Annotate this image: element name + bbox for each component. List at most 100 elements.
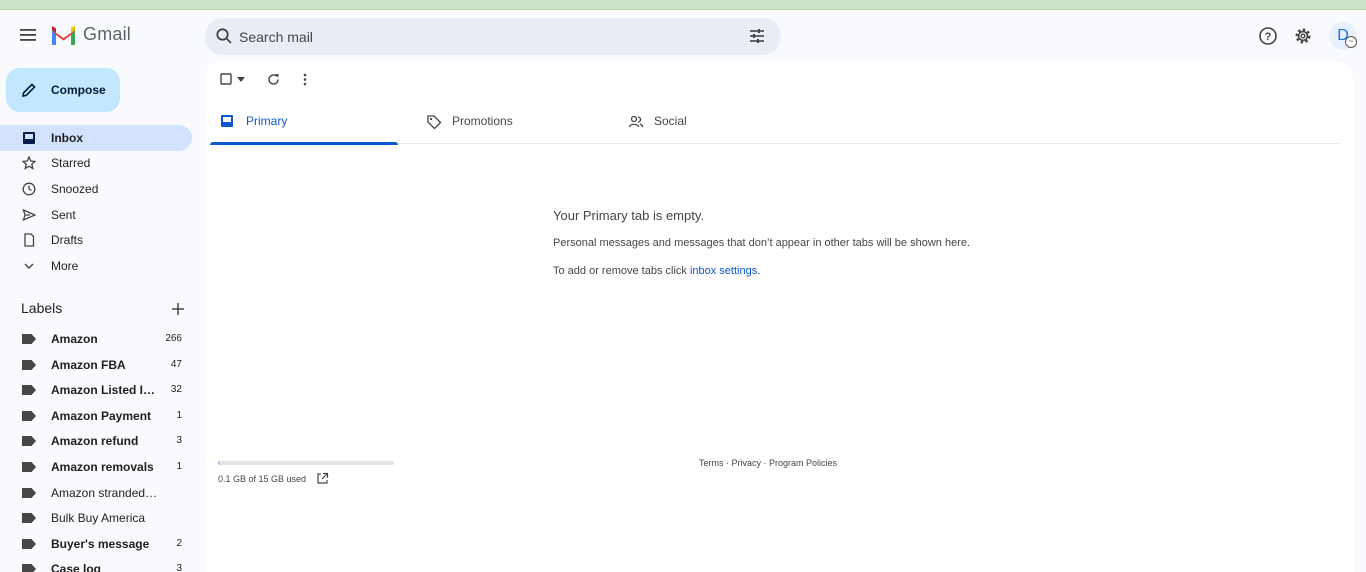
gmail-m-icon [52,25,75,45]
nav-item-drafts[interactable]: Drafts [0,227,192,253]
label-count: 47 [170,359,182,370]
label-name: Amazon removals [51,460,154,474]
main-panel: Primary Promotions Social Your Primary t… [205,61,1353,572]
support-button[interactable]: ? [1257,25,1279,47]
footer-separator: · [761,458,770,468]
nav-label: Inbox [51,131,83,145]
main-menu-button[interactable] [14,21,42,49]
label-item[interactable]: Buyer's message 2 [0,532,192,556]
nav-item-snoozed[interactable]: Snoozed [0,176,192,202]
nav-label: Drafts [51,233,84,247]
header: Gmail ? D ~ [0,10,1366,62]
label-name: Amazon Listed Items [51,383,159,397]
people-icon [628,115,644,128]
hint-period: . [757,265,761,277]
label-item[interactable]: Amazon removals 1 [0,455,192,479]
label-name: Amazon stranded inventory [51,486,159,500]
label-count: 3 [176,435,182,446]
tag-icon [427,115,442,130]
gear-icon [1295,28,1311,44]
hamburger-icon [20,29,36,41]
label-icon [22,564,36,572]
label-icon [22,436,36,446]
pencil-icon [21,83,36,98]
inbox-settings-link[interactable]: inbox settings [690,265,757,277]
more-vert-icon[interactable] [303,73,307,86]
label-count: 3 [176,563,182,572]
label-icon [22,513,36,523]
draft-icon [24,233,35,247]
label-icon [22,539,36,549]
hint-text: To add or remove tabs click [553,265,690,277]
label-item[interactable]: Case log 3 [0,557,192,572]
tab-social[interactable]: Social [618,101,806,144]
label-name: Amazon Payment [51,409,152,423]
label-item[interactable]: Amazon stranded inventory [0,481,192,505]
tab-primary[interactable]: Primary [210,101,398,145]
nav-item-sent[interactable]: Sent [0,202,192,228]
external-link-icon[interactable] [316,472,329,485]
label-name: Bulk Buy America [51,511,146,525]
privacy-link[interactable]: Privacy [732,458,762,468]
label-item[interactable]: Amazon refund 3 [0,429,192,453]
label-count: 1 [176,410,182,421]
star-icon [22,156,36,170]
svg-text:?: ? [1265,31,1272,43]
select-checkbox-icon[interactable] [220,73,232,85]
label-count: 266 [165,333,182,344]
label-item[interactable]: Bulk Buy America [0,506,192,530]
storage-meter [218,461,394,465]
label-icon [22,488,36,498]
label-icon [22,462,36,472]
nav-item-inbox[interactable]: Inbox [0,125,192,151]
plus-icon[interactable] [171,302,185,316]
tab-label: Social [654,114,687,128]
inbox-tab-icon [221,115,233,127]
label-name: Buyer's message [51,537,150,551]
compose-button[interactable]: Compose [6,68,120,112]
empty-state-hint: To add or remove tabs click inbox settin… [553,265,760,277]
label-icon [22,411,36,421]
help-icon: ? [1259,27,1277,45]
labels-heading: Labels [21,300,63,316]
search-input[interactable] [239,18,739,55]
program-policies-link[interactable]: Program Policies [769,458,837,468]
terms-link[interactable]: Terms [699,458,724,468]
tab-label: Primary [246,114,288,128]
nav-item-more[interactable]: More [0,253,192,279]
tab-promotions[interactable]: Promotions [416,101,604,144]
inbox-icon [23,132,35,144]
label-count: 32 [170,384,182,395]
browser-top-strip [0,0,1366,10]
footer-links: Terms · Privacy · Program Policies [699,458,837,468]
caret-down-icon[interactable] [237,77,245,82]
empty-state-description: Personal messages and messages that don’… [553,237,971,249]
nav-item-starred[interactable]: Starred [0,150,192,176]
label-icon [22,385,36,395]
label-name: Amazon FBA [51,358,126,372]
label-item[interactable]: Amazon Payment 1 [0,404,192,428]
clock-icon [22,182,36,196]
footer-separator: · [723,458,732,468]
nav-label: Snoozed [51,182,99,196]
label-item[interactable]: Amazon FBA 47 [0,353,192,377]
label-item[interactable]: Amazon 266 [0,327,192,351]
storage-meter-fill [218,461,220,465]
gmail-logo[interactable]: Gmail [50,24,131,45]
chevron-down-icon [24,263,34,269]
label-count: 2 [176,538,182,549]
label-icon [22,334,36,344]
empty-state-title: Your Primary tab is empty. [553,208,704,223]
label-name: Case log [51,562,102,572]
search-options-icon[interactable] [748,27,766,45]
avatar-status-icon: ~ [1345,36,1357,48]
search-bar[interactable] [205,18,781,55]
settings-button[interactable] [1292,25,1314,47]
refresh-icon[interactable] [267,73,280,86]
send-icon [22,208,36,222]
storage-usage: 0.1 GB of 15 GB used [218,474,307,484]
tab-label: Promotions [452,114,513,128]
label-name: Amazon refund [51,434,139,448]
label-item[interactable]: Amazon Listed Items 32 [0,378,192,402]
search-icon[interactable] [215,27,233,45]
